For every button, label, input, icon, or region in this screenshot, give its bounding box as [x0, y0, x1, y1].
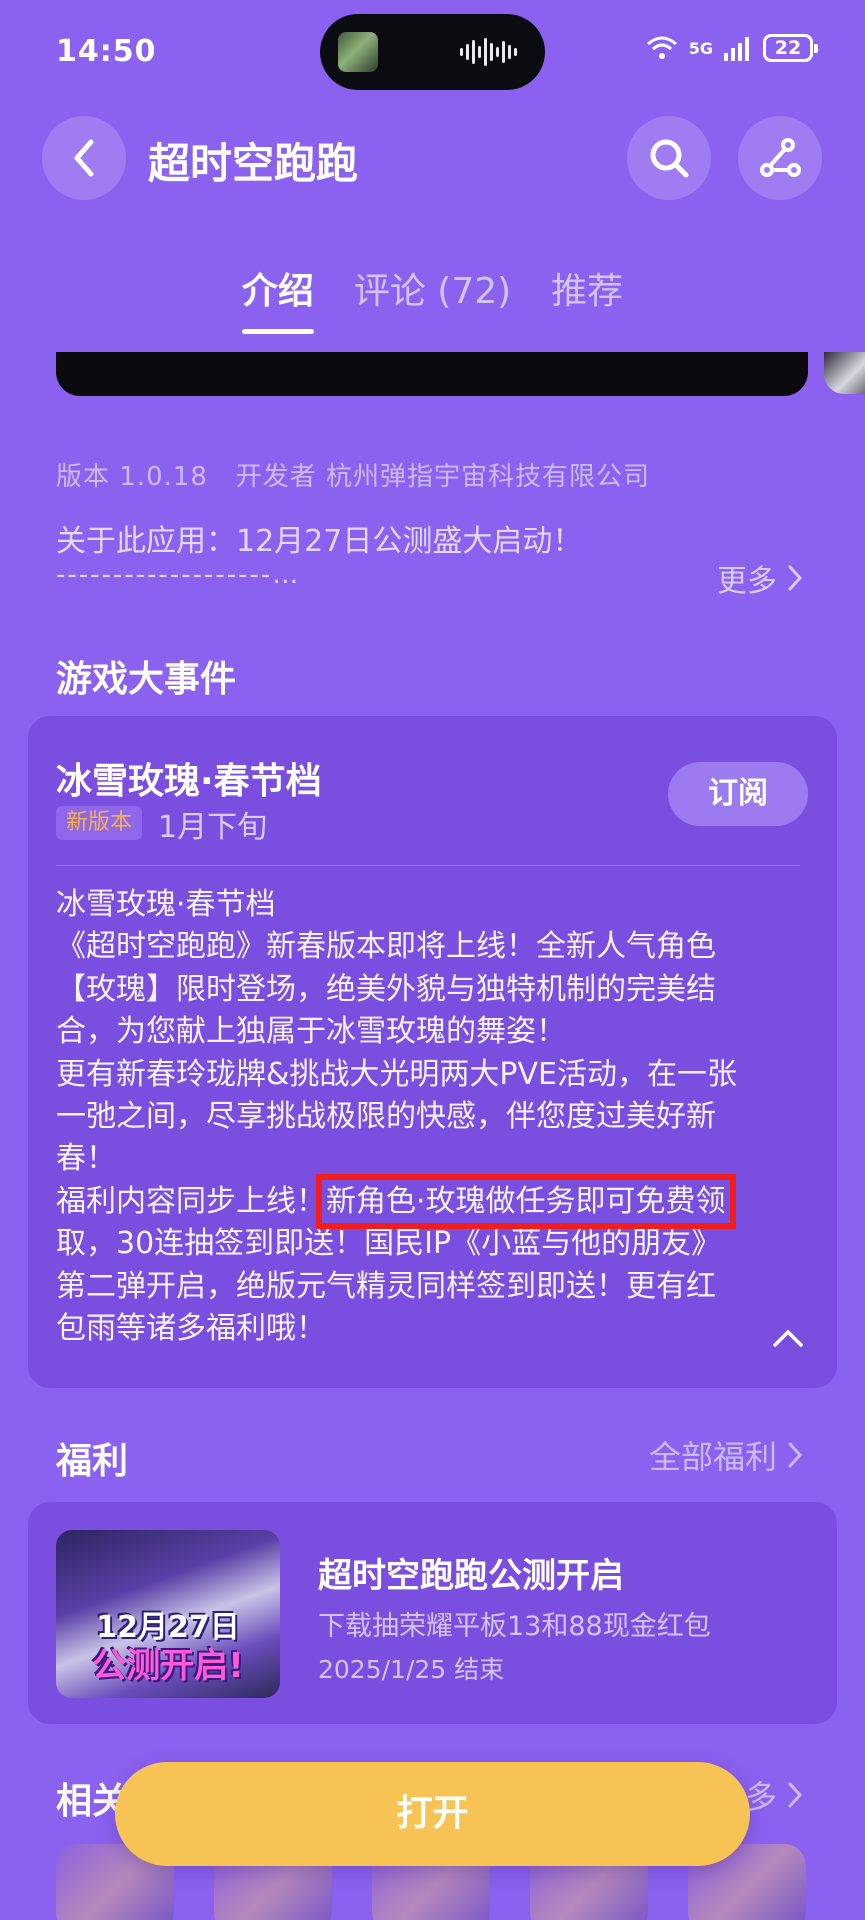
- event-name: 冰雪玫瑰·春节档: [56, 761, 322, 802]
- dynamic-island: [320, 14, 545, 90]
- event-line: 冰雪玫瑰·春节档: [56, 887, 276, 922]
- chevron-up-icon: [773, 1329, 803, 1347]
- all-welfare-link[interactable]: 全部福利: [649, 1432, 803, 1478]
- more-label: 更多: [717, 564, 777, 599]
- signal-icon: [724, 37, 749, 61]
- tab-intro[interactable]: 介绍: [241, 262, 314, 334]
- app-about-continuation: -------------------…: [56, 560, 301, 590]
- app-meta: 版本 1.0.18 开发者 杭州弹指宇宙科技有限公司: [56, 462, 651, 492]
- promo-end-date: 2025/1/25 结束: [318, 1655, 505, 1684]
- app-about: 关于此应用：12月27日公测盛大启动！: [56, 524, 583, 559]
- event-line: 取，30连抽签到即送！国民IP《小蓝与他的朋友》: [56, 1226, 722, 1262]
- event-line: 第二弹开启，绝版元气精灵同样签到即送！更有红: [56, 1268, 716, 1304]
- event-line: 春！: [56, 1141, 116, 1177]
- new-version-badge: 新版本: [56, 806, 143, 840]
- app-thumbnail-icon: [338, 32, 378, 72]
- network-label: 5G: [688, 38, 713, 58]
- back-button[interactable]: [42, 116, 126, 200]
- event-line: 一弛之间，尽享挑战极限的快感，伴您度过美好新: [56, 1099, 716, 1135]
- chevron-right-icon: [788, 1782, 803, 1808]
- share-button[interactable]: [738, 116, 822, 200]
- audio-wave-icon: [460, 38, 517, 66]
- promo-description: 下载抽荣耀平板13和88现金红包: [318, 1611, 711, 1642]
- event-line: 【玫瑰】限时登场，绝美外貌与独特机制的完美结: [56, 971, 716, 1007]
- events-section-title: 游戏大事件: [56, 659, 237, 700]
- event-line: 合，为您献上独属于冰雪玫瑰的舞姿！: [56, 1014, 566, 1050]
- promo-image: 12月27日 公测开启!: [56, 1530, 280, 1698]
- chevron-left-icon: [74, 139, 94, 177]
- search-button[interactable]: [627, 116, 711, 200]
- all-welfare-label: 全部福利: [648, 1438, 777, 1476]
- share-icon: [760, 138, 801, 177]
- event-line: 福利内容同步上线！新角色·玫瑰做任务即可免费领: [56, 1173, 816, 1229]
- tab-recommend[interactable]: 推荐: [551, 262, 623, 334]
- event-date: 1月下旬: [158, 810, 268, 845]
- subscribe-button[interactable]: 订阅: [668, 762, 808, 826]
- battery-indicator: 22: [763, 34, 818, 62]
- related-more-link[interactable]: 多: [745, 1772, 803, 1818]
- tab-bar: 介绍 评论 (72) 推荐: [0, 262, 865, 334]
- screenshot-gallery-item[interactable]: [56, 352, 808, 396]
- chevron-right-icon: [788, 1442, 803, 1468]
- promo-title: 超时空跑跑公测开启: [318, 1556, 624, 1596]
- more-link[interactable]: 更多: [717, 556, 803, 600]
- event-line: 包雨等诸多福利哦！: [56, 1311, 326, 1347]
- search-icon: [650, 139, 689, 178]
- event-line: 更有新春玲珑牌&挑战大光明两大PVE活动，在一张: [56, 1056, 737, 1092]
- status-icons: 5G 22: [645, 34, 818, 62]
- divider: [56, 865, 800, 866]
- event-line-start: 福利内容同步上线！: [56, 1183, 326, 1219]
- collapse-button[interactable]: [772, 1328, 804, 1352]
- event-line: 《超时空跑跑》新春版本即将上线！全新人气角色: [56, 929, 716, 965]
- tab-comments[interactable]: 评论 (72): [354, 262, 511, 334]
- welfare-section-title: 福利: [56, 1441, 129, 1482]
- promo-image-title: 公测开启!: [92, 1646, 244, 1686]
- screenshot-gallery-item-next[interactable]: [824, 352, 865, 394]
- event-description: 冰雪玫瑰·春节档 《超时空跑跑》新春版本即将上线！全新人气角色 【玫瑰】限时登场…: [56, 884, 816, 1350]
- page-title: 超时空跑跑: [148, 139, 359, 188]
- status-time: 14:50: [56, 34, 157, 69]
- highlighted-text: 新角色·玫瑰做任务即可免费领: [316, 1173, 736, 1229]
- open-button[interactable]: 打开: [115, 1762, 750, 1866]
- wifi-icon: [646, 36, 677, 59]
- chevron-right-icon: [788, 565, 803, 591]
